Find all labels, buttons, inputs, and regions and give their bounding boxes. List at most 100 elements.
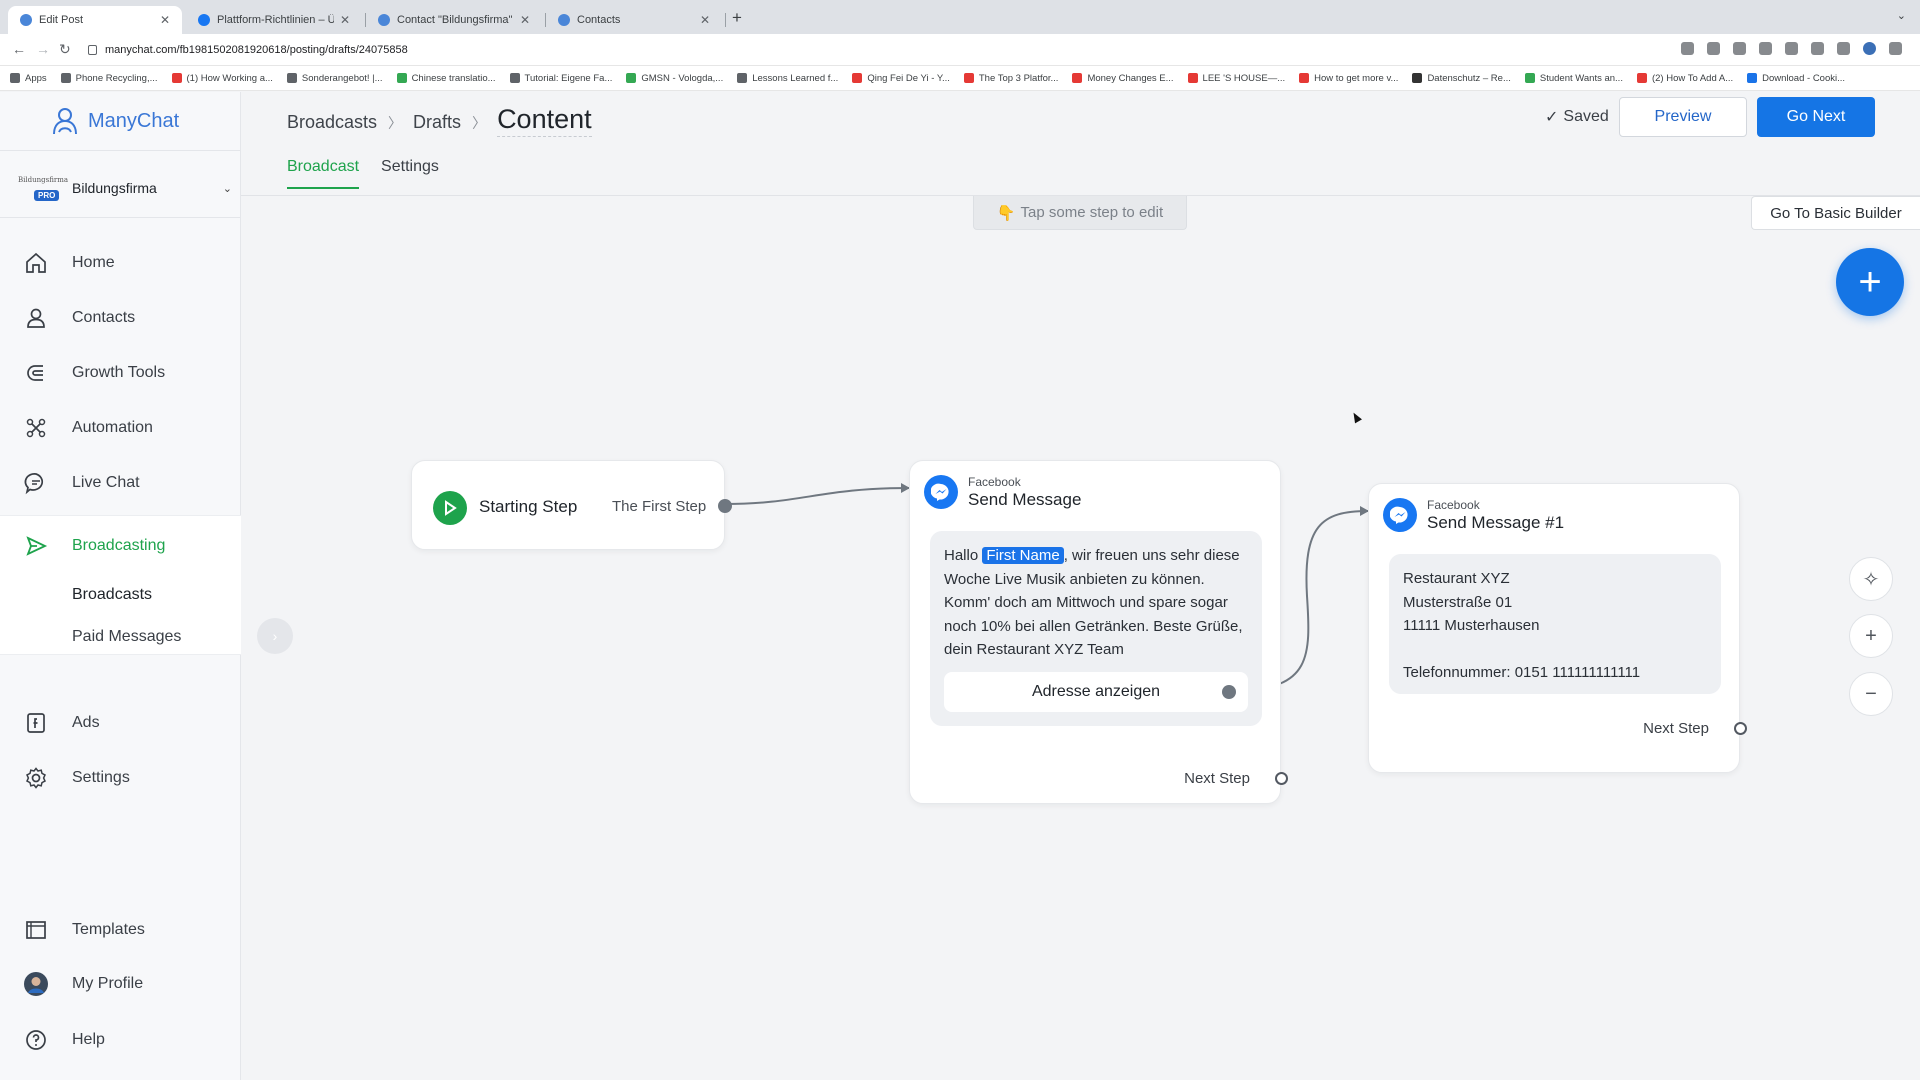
tab-broadcast[interactable]: Broadcast — [287, 158, 360, 189]
starting-step-node[interactable]: Starting Step The First Step — [411, 460, 732, 550]
reload-icon[interactable]: ↻ — [59, 41, 71, 58]
sidebar-item-ads[interactable]: Ads — [22, 705, 232, 741]
go-next-button[interactable]: Go Next — [1757, 97, 1875, 137]
sidebar-item-settings[interactable]: Settings — [22, 760, 232, 796]
message-text-bubble[interactable]: Hallo First Name, wir freuen uns sehr di… — [930, 531, 1262, 726]
puzzle-icon[interactable] — [1811, 42, 1824, 55]
sidebar-item-broadcasting[interactable]: Broadcasting — [22, 528, 232, 564]
back-icon[interactable]: ← — [12, 41, 26, 57]
saved-status: ✓ Saved — [1545, 108, 1609, 126]
breadcrumb-broadcasts[interactable]: Broadcasts — [287, 112, 377, 133]
breadcrumb-drafts[interactable]: Drafts — [413, 112, 461, 133]
bookmarks-bar: Apps Phone Recycling,... (1) How Working a… — [0, 66, 1920, 91]
profile-avatar-icon[interactable] — [1863, 42, 1876, 55]
bookmark-item[interactable]: Sonderangebot! |... — [286, 73, 383, 84]
bookmark-item[interactable]: Money Changes E... — [1072, 73, 1174, 84]
manychat-logo[interactable]: ManyChat — [48, 104, 179, 138]
bookmark-item[interactable]: Download - Cooki... — [1747, 73, 1845, 84]
bookmark-item[interactable]: Lessons Learned f... — [737, 73, 838, 84]
extension-icon[interactable] — [1785, 42, 1798, 55]
next-step-port[interactable] — [1275, 772, 1288, 785]
first-name-variable-chip[interactable]: First Name — [982, 547, 1064, 564]
browser-tab-contact[interactable]: Contact "Bildungsfirma" throu ✕ — [366, 6, 542, 34]
sidebar-item-home[interactable]: Home — [22, 245, 232, 281]
ads-icon — [22, 709, 50, 737]
output-port[interactable] — [718, 499, 732, 513]
bookmark-item[interactable]: Qing Fei De Yi - Y... — [852, 73, 950, 84]
close-icon[interactable]: ✕ — [160, 13, 170, 27]
kebab-menu-icon[interactable] — [1889, 42, 1902, 55]
url-field[interactable]: manychat.com/fb198150208192061​8/posting… — [88, 40, 408, 60]
bookmark-item[interactable]: LEE 'S HOUSE—... — [1187, 73, 1285, 84]
new-tab-icon[interactable]: + — [732, 8, 742, 28]
send-message-1-node[interactable]: Facebook Send Message #1 Restaurant XYZ … — [1368, 483, 1747, 773]
bookmark-favicon-icon — [396, 73, 407, 83]
sidebar-item-my-profile[interactable]: My Profile — [22, 966, 232, 1002]
chevron-down-icon[interactable]: ⌄ — [1897, 9, 1906, 22]
address-text-bubble[interactable]: Restaurant XYZ Musterstraße 01 11111 Mus… — [1389, 554, 1721, 694]
flow-canvas[interactable]: 👇 Tap some step to edit Go To Basic Buil… — [241, 196, 1920, 1080]
browser-tab-edit-post[interactable]: Edit Post ✕ — [8, 6, 182, 34]
page-title[interactable]: Content — [497, 104, 592, 137]
sidebar-item-automation[interactable]: Automation — [22, 410, 232, 446]
bookmark-favicon-icon — [1524, 73, 1535, 83]
bookmark-item[interactable]: How to get more v... — [1299, 73, 1398, 84]
share-icon[interactable] — [1733, 42, 1746, 55]
expand-sidebar-button[interactable]: › — [257, 618, 293, 654]
sidebar-item-contacts[interactable]: Contacts — [22, 300, 232, 336]
bookmark-item[interactable]: (2) How To Add A... — [1636, 73, 1733, 84]
magic-wand-icon[interactable]: ✧ — [1849, 557, 1893, 601]
zoom-out-button[interactable]: − — [1849, 672, 1893, 716]
forward-icon[interactable]: → — [36, 41, 50, 57]
manychat-favicon — [20, 14, 32, 26]
close-icon[interactable]: ✕ — [340, 13, 350, 27]
home-icon — [22, 249, 50, 277]
bookmark-item[interactable]: Student Wants an... — [1524, 73, 1623, 84]
go-to-basic-builder-button[interactable]: Go To Basic Builder — [1751, 196, 1920, 230]
close-icon[interactable]: ✕ — [520, 13, 530, 27]
address-bar: ← → ↻ manychat.com/fb198150208192061​8/p… — [0, 34, 1920, 66]
address-line: 11111 Musterhausen — [1403, 617, 1540, 634]
close-icon[interactable]: ✕ — [700, 13, 710, 27]
messenger-icon — [1383, 498, 1417, 532]
adresse-anzeigen-button[interactable]: Adresse anzeigen — [944, 671, 1248, 712]
star-icon[interactable] — [1759, 42, 1772, 55]
bookmark-item[interactable]: The Top 3 Platfor... — [963, 73, 1058, 84]
address-blank-line — [1403, 638, 1707, 662]
sidebar-subitem-paid-messages[interactable]: Paid Messages — [72, 628, 181, 646]
sidebar-item-growth-tools[interactable]: Growth Tools — [22, 355, 232, 391]
send-icon — [22, 532, 50, 560]
sidebar-icon[interactable] — [1837, 42, 1850, 55]
add-step-button[interactable]: + — [1836, 248, 1904, 316]
sidebar-subitem-broadcasts[interactable]: Broadcasts — [72, 586, 152, 604]
button-output-port[interactable] — [1222, 684, 1236, 699]
browser-tab-plattform[interactable]: Plattform-Richtlinien – Übersic ✕ — [186, 6, 362, 34]
bookmark-item[interactable]: (1) How Working a... — [171, 73, 273, 84]
account-switcher[interactable]: Bildungsfirma PRO Bildungsfirma ⌄ — [18, 170, 232, 206]
zoom-in-button[interactable]: + — [1849, 614, 1893, 658]
bookmark-favicon-icon — [1187, 73, 1198, 83]
bookmark-item[interactable]: Phone Recycling,... — [60, 73, 158, 84]
translate-icon[interactable] — [1681, 42, 1694, 55]
sidebar-item-templates[interactable]: Templates — [22, 912, 232, 948]
tab-settings[interactable]: Settings — [381, 158, 439, 189]
send-message-node[interactable]: Facebook Send Message Hallo First Name, … — [909, 460, 1288, 804]
magnet-icon — [22, 359, 50, 387]
manychat-logo-icon — [53, 108, 77, 135]
zoom-icon[interactable] — [1707, 42, 1720, 55]
sidebar-item-live-chat[interactable]: Live Chat — [22, 465, 232, 501]
sidebar: ManyChat Bildungsfirma PRO Bildungsfirma… — [0, 92, 241, 1080]
bookmark-item[interactable]: GMSN - Vologda,... — [626, 73, 723, 84]
bookmark-item[interactable]: Datenschutz – Re... — [1412, 73, 1511, 84]
pointing-hand-icon: 👇 — [996, 204, 1016, 222]
bookmark-item[interactable]: Tutorial: Eigene Fa... — [509, 73, 612, 84]
sidebar-item-help[interactable]: Help — [22, 1022, 232, 1058]
browser-tab-contacts[interactable]: Contacts ✕ — [546, 6, 722, 34]
next-step-port[interactable] — [1734, 722, 1747, 735]
bookmark-favicon-icon — [1747, 73, 1758, 83]
bookmark-favicon-icon — [60, 73, 71, 83]
bookmark-item[interactable]: Apps — [10, 73, 47, 84]
phone-line: Telefonnummer: 0151 111111111111 — [1403, 664, 1641, 681]
bookmark-item[interactable]: Chinese translatio... — [396, 73, 496, 84]
preview-button[interactable]: Preview — [1619, 97, 1747, 137]
